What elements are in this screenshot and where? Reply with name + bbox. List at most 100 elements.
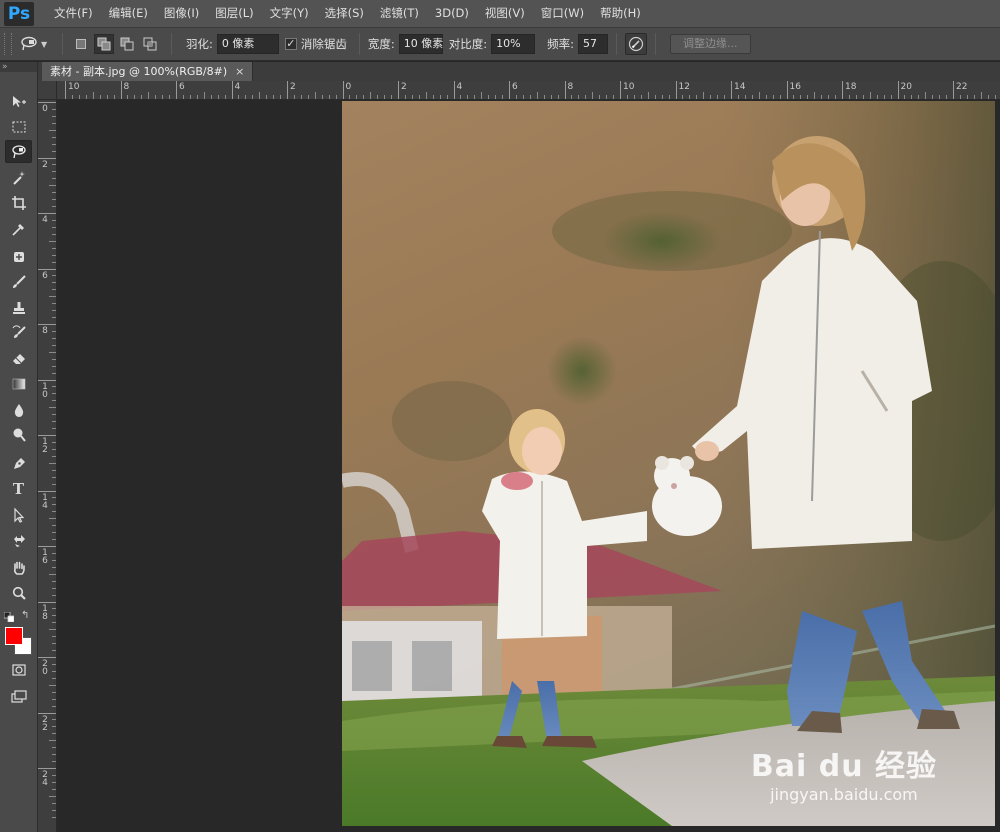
menu-window[interactable]: 窗口(W) <box>533 0 592 27</box>
ruler-minor-tick <box>52 643 56 645</box>
eraser-tool[interactable] <box>5 346 32 369</box>
options-grip[interactable] <box>4 33 12 55</box>
ruler-minor-tick <box>78 95 80 99</box>
ruler-minor-tick <box>52 428 56 430</box>
move-tool[interactable] <box>5 90 32 113</box>
default-colors-icon[interactable] <box>3 611 15 623</box>
subtract-selection-button[interactable] <box>117 34 137 54</box>
ruler-minor-tick <box>418 95 420 99</box>
tool-preset-picker[interactable]: ▼ <box>20 36 54 52</box>
menu-filter[interactable]: 滤镜(T) <box>372 0 427 27</box>
lasso-tool[interactable] <box>5 140 32 163</box>
intersect-selection-button[interactable] <box>140 34 160 54</box>
magnetic-lasso-icon <box>21 36 37 51</box>
ruler-minor-tick <box>52 330 56 332</box>
ruler-label: 2 <box>290 82 296 92</box>
ruler-minor-tick <box>49 629 56 631</box>
menu-image[interactable]: 图像(I) <box>156 0 207 27</box>
path-selection-tool[interactable] <box>5 503 32 526</box>
type-tool[interactable]: T <box>5 477 32 500</box>
ruler-minor-tick <box>335 95 337 99</box>
ruler-minor-tick <box>52 816 56 818</box>
ruler-major-tick <box>38 379 56 381</box>
pen-tool[interactable] <box>5 452 32 475</box>
gradient-tool[interactable] <box>5 372 32 395</box>
brush-tool[interactable] <box>5 270 32 293</box>
tools-collapse-icon[interactable]: » <box>0 62 37 72</box>
quick-mask-icon <box>11 663 26 676</box>
divider <box>616 33 617 55</box>
frequency-input[interactable]: 57 <box>578 34 608 54</box>
shape-tool[interactable] <box>5 528 32 551</box>
ruler-minor-tick <box>911 95 913 99</box>
document-tab[interactable]: 素材 - 副本.jpg @ 100%(RGB/8#) × <box>42 62 254 81</box>
crop-tool[interactable] <box>5 191 32 214</box>
menu-layer[interactable]: 图层(L) <box>207 0 261 27</box>
eyedropper-tool[interactable] <box>5 217 32 240</box>
ruler-minor-tick <box>52 559 56 561</box>
menu-3d[interactable]: 3D(D) <box>427 0 477 27</box>
contrast-input[interactable]: 10% <box>491 34 536 54</box>
dodge-icon <box>13 428 26 442</box>
ruler-minor-tick <box>807 95 809 99</box>
ruler-minor-tick <box>994 95 996 99</box>
add-to-selection-button[interactable] <box>94 34 114 54</box>
marquee-tool[interactable] <box>5 115 32 138</box>
ruler-label: 20 <box>42 659 48 677</box>
watermark-sub: jingyan.baidu.com <box>770 785 918 804</box>
ruler-minor-tick <box>293 95 295 99</box>
ruler-minor-tick <box>52 615 56 617</box>
zoom-tool[interactable] <box>5 581 32 604</box>
ruler-minor-tick <box>814 92 816 99</box>
ruler-minor-tick <box>99 95 101 99</box>
ruler-minor-tick <box>252 95 254 99</box>
feather-input[interactable]: 0 像素 <box>216 34 279 54</box>
clone-stamp-tool[interactable] <box>5 296 32 319</box>
foreground-color-swatch[interactable] <box>5 627 23 645</box>
dodge-tool[interactable] <box>5 423 32 446</box>
screen-mode-button[interactable] <box>5 685 32 708</box>
ruler-minor-tick <box>862 95 864 99</box>
ruler-major-tick <box>620 81 621 99</box>
close-tab-icon[interactable]: × <box>235 62 244 81</box>
blur-tool[interactable] <box>5 398 32 421</box>
ruler-minor-tick <box>52 282 56 284</box>
chevron-down-icon: ▼ <box>41 39 48 49</box>
swap-colors-icon[interactable]: ↰ <box>21 610 33 622</box>
hand-tool[interactable] <box>5 556 32 579</box>
new-selection-button[interactable] <box>71 34 91 54</box>
antialias-checkbox[interactable]: ✓ <box>284 38 297 50</box>
ruler-minor-tick <box>404 95 406 99</box>
healing-brush-tool[interactable] <box>5 245 32 268</box>
pen-pressure-button[interactable] <box>625 33 647 55</box>
vertical-ruler[interactable]: 024681012141618202224 <box>38 100 57 832</box>
canvas-area[interactable]: Bai du 经验 jingyan.baidu.com <box>58 101 1000 832</box>
ruler-minor-tick <box>52 206 56 208</box>
magic-wand-tool[interactable] <box>5 166 32 189</box>
horizontal-ruler[interactable]: 10 8 6 4 2 0 2 4 6 8 10 12 14 16 18 20 22 <box>57 81 1000 100</box>
ruler-minor-tick <box>52 261 56 263</box>
quick-mask-button[interactable] <box>5 658 32 681</box>
ruler-origin[interactable] <box>38 81 57 100</box>
ruler-major-tick <box>287 81 288 99</box>
menu-help[interactable]: 帮助(H) <box>592 0 649 27</box>
menu-edit[interactable]: 编辑(E) <box>101 0 156 27</box>
menu-type[interactable]: 文字(Y) <box>262 0 317 27</box>
ruler-major-tick <box>897 81 899 99</box>
ruler-minor-tick <box>52 587 56 589</box>
document-image[interactable]: Bai du 经验 jingyan.baidu.com <box>342 101 995 826</box>
menu-select[interactable]: 选择(S) <box>317 0 372 27</box>
ruler-major-tick <box>38 601 56 603</box>
pen-pressure-icon <box>628 36 644 52</box>
blur-drop-icon <box>14 403 23 417</box>
ruler-minor-tick <box>52 414 56 416</box>
ruler-minor-tick <box>391 95 393 99</box>
tools-panel: » T ↰ <box>0 62 38 832</box>
refine-edge-button[interactable]: 调整边缘... <box>670 34 751 54</box>
ruler-minor-tick <box>155 95 157 99</box>
menu-view[interactable]: 视图(V) <box>477 0 533 27</box>
width-input[interactable]: 10 像素 <box>398 34 443 54</box>
ruler-minor-tick <box>737 95 739 99</box>
menu-file[interactable]: 文件(F) <box>46 0 101 27</box>
history-brush-tool[interactable] <box>5 321 32 344</box>
